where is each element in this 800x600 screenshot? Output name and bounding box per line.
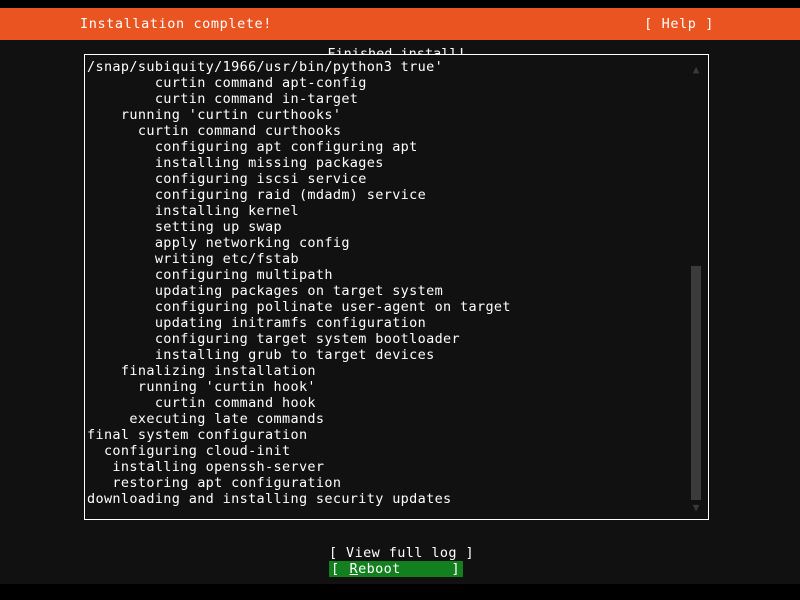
reboot-button[interactable]: [] Reboot [329,561,463,577]
help-button[interactable]: [ Help ] [644,8,714,40]
log-line: /snap/subiquity/1966/usr/bin/python3 tru… [87,59,444,75]
log-line: writing etc/fstab [87,251,299,267]
log-line: final system configuration [87,427,308,443]
log-line: updating packages on target system [87,283,444,299]
log-line: curtin command in-target [87,91,359,107]
log-line: apply networking config [87,235,350,251]
scroll-down-arrow-icon[interactable]: ▼ [689,501,703,515]
log-line: running 'curtin curthooks' [87,107,342,123]
scrollbar[interactable]: ▲ ▼ [689,57,703,517]
log-line: installing missing packages [87,155,384,171]
log-line: installing openssh-server [87,459,325,475]
log-line: configuring cloud-init [87,443,291,459]
view-full-log-button[interactable]: [ View full log ] [329,545,474,561]
scrollbar-thumb[interactable] [691,266,701,500]
log-line: running 'curtin hook' [87,379,316,395]
footer-actions: [ View full log ] [] Reboot [0,543,800,579]
page-title: Installation complete! [80,16,273,32]
log-line: restoring apt configuration [87,475,342,491]
installer-screen: Installation complete! [ Help ] Finished… [0,0,800,600]
reboot-bracket-left: [ [331,561,340,577]
reboot-label: Reboot [340,561,401,577]
log-line: curtin command hook [87,395,316,411]
log-line: finalizing installation [87,363,316,379]
reboot-bracket-right: ] [451,561,460,577]
log-line: installing kernel [87,203,299,219]
log-line: curtin command apt-config [87,75,367,91]
log-line: curtin command curthooks [87,123,342,139]
log-output: /snap/subiquity/1966/usr/bin/python3 tru… [87,59,687,515]
log-line: configuring apt configuring apt [87,139,418,155]
log-line: installing grub to target devices [87,347,435,363]
log-line: updating initramfs configuration [87,315,427,331]
header-bar: Installation complete! [ Help ] [0,8,800,40]
log-line: configuring raid (mdadm) service [87,187,427,203]
log-line: configuring multipath [87,267,333,283]
log-line: configuring pollinate user-agent on targ… [87,299,511,315]
log-line: configuring iscsi service [87,171,367,187]
reboot-accelerator: R [349,561,359,577]
log-line: setting up swap [87,219,282,235]
log-line: downloading and installing security upda… [87,491,452,507]
letterbox-top [0,0,800,8]
letterbox-bottom [0,584,800,600]
log-line: executing late commands [87,411,325,427]
log-box: /snap/subiquity/1966/usr/bin/python3 tru… [84,54,709,520]
reboot-label-rest: eboot [358,561,401,577]
scroll-up-arrow-icon[interactable]: ▲ [689,63,703,77]
log-line: configuring target system bootloader [87,331,461,347]
